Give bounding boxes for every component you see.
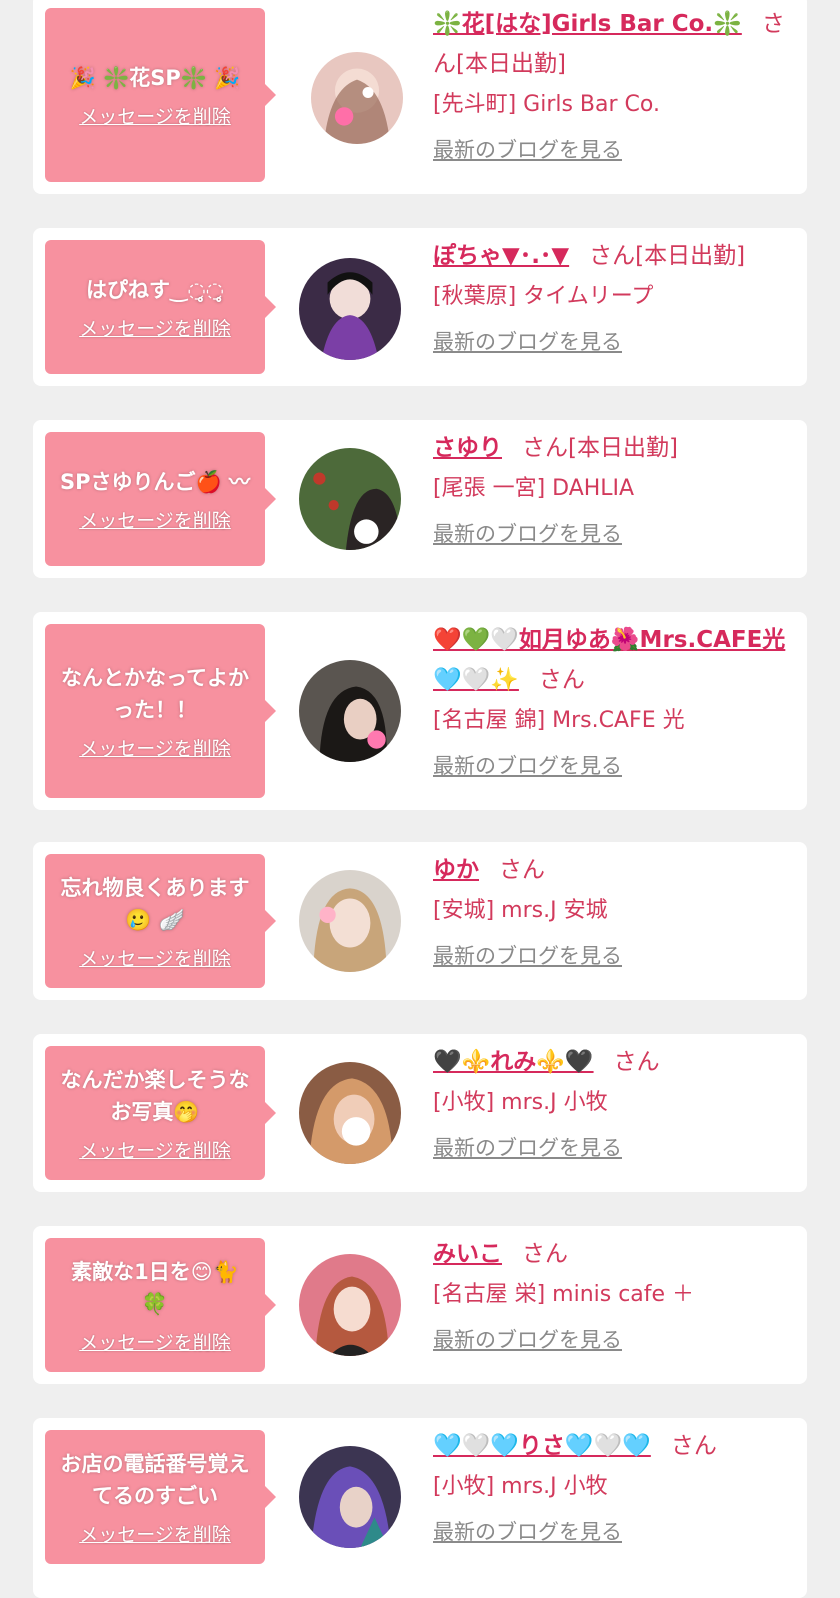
girl-suffix: さん (613, 1049, 660, 1075)
message-card: 素敵な1日を😊🐈 🍀 メッセージを削除 みいこ さん [名古屋 栄] minis … (33, 1226, 807, 1384)
latest-blog-link[interactable]: 最新のブログを見る (433, 326, 622, 358)
message-bubble: 素敵な1日を😊🐈 🍀 メッセージを削除 (45, 1238, 276, 1372)
shop-name: [名古屋 栄] minis cafe ＋ (433, 1282, 695, 1307)
avatar[interactable] (299, 660, 401, 762)
message-text: なんだか楽しそうなお写真🤭 (60, 1067, 250, 1124)
shop-name: [秋葉原] タイムリープ (433, 284, 654, 309)
message-text: お店の電話番号覚えてるのすごい (60, 1451, 250, 1508)
girl-info: ぽちゃ▼･.･▼ さん[本日出勤] [秋葉原] タイムリープ 最新のブログを見る (433, 236, 789, 358)
girl-info: みいこ さん [名古屋 栄] minis cafe ＋ 最新のブログを見る (433, 1234, 789, 1356)
girl-info: ゆか さん [安城] mrs.J 安城 最新のブログを見る (433, 850, 789, 972)
avatar[interactable] (299, 258, 401, 360)
message-bubble: お店の電話番号覚えてるのすごい メッセージを削除 (45, 1430, 276, 1564)
avatar[interactable] (299, 1254, 401, 1356)
girl-suffix: さん (538, 667, 585, 693)
latest-blog-link[interactable]: 最新のブログを見る (433, 518, 622, 550)
delete-message-link[interactable]: メッセージを削除 (79, 314, 231, 341)
shop-name: [小牧] mrs.J 小牧 (433, 1474, 608, 1499)
shop-name: [尾張 一宮] DAHLIA (433, 476, 635, 501)
girl-name-link[interactable]: 🩵🤍🩵りさ🩵🤍🩵 (433, 1433, 651, 1459)
delete-message-link[interactable]: メッセージを削除 (79, 1136, 231, 1163)
girl-name-link[interactable]: さゆり (433, 435, 502, 461)
message-card: 🎉 ❇️花SP❇️ 🎉 メッセージを削除 ❇️花[はな]Girls Bar Co… (33, 0, 807, 194)
latest-blog-link[interactable]: 最新のブログを見る (433, 1132, 622, 1164)
delete-message-link[interactable]: メッセージを削除 (79, 1520, 231, 1547)
girl-name-link[interactable]: ❇️花[はな]Girls Bar Co.❇️ (433, 11, 742, 37)
avatar[interactable] (311, 52, 403, 144)
message-card: お店の電話番号覚えてるのすごい メッセージを削除 🩵🤍🩵りさ🩵🤍🩵 さん [小牧]… (33, 1418, 807, 1598)
message-bubble: なんとかなってよかった！！ メッセージを削除 (45, 624, 276, 798)
avatar[interactable] (299, 448, 401, 550)
shop-name: [安城] mrs.J 安城 (433, 898, 608, 923)
message-bubble: 🎉 ❇️花SP❇️ 🎉 メッセージを削除 (45, 8, 276, 182)
delete-message-link[interactable]: メッセージを削除 (79, 944, 231, 971)
girl-suffix: さん (670, 1433, 717, 1459)
avatar[interactable] (299, 1062, 401, 1164)
delete-message-link[interactable]: メッセージを削除 (79, 1328, 231, 1355)
girl-suffix: さん (499, 857, 545, 883)
girl-name-link[interactable]: ゆか (433, 857, 479, 883)
girl-name-link[interactable]: みいこ (433, 1241, 502, 1267)
girl-name-link[interactable]: ぽちゃ▼･.･▼ (433, 243, 569, 269)
message-card: SPさゆりんご🍎 〰 メッセージを削除 さゆり さん[本日出勤] [尾張 一宮] … (33, 420, 807, 578)
latest-blog-link[interactable]: 最新のブログを見る (433, 750, 622, 782)
message-bubble: はぴねす‿◌̥̥◌̥̥ メッセージを削除 (45, 240, 276, 374)
girl-info: さゆり さん[本日出勤] [尾張 一宮] DAHLIA 最新のブログを見る (433, 428, 789, 550)
girl-info: ❇️花[はな]Girls Bar Co.❇️ さん[本日出勤] [先斗町] Gir… (433, 4, 789, 166)
girl-info: 🩵🤍🩵りさ🩵🤍🩵 さん [小牧] mrs.J 小牧 最新のブログを見る (433, 1426, 789, 1548)
delete-message-link[interactable]: メッセージを削除 (79, 506, 231, 533)
shop-name: [先斗町] Girls Bar Co. (433, 92, 660, 117)
girl-suffix: さん[本日出勤] (589, 243, 746, 269)
girl-name-link[interactable]: 🖤⚜️れみ⚜️🖤 (433, 1049, 594, 1075)
delete-message-link[interactable]: メッセージを削除 (79, 734, 231, 761)
latest-blog-link[interactable]: 最新のブログを見る (433, 134, 622, 166)
girl-suffix: さん (522, 1241, 568, 1267)
delete-message-link[interactable]: メッセージを削除 (79, 102, 231, 129)
message-bubble: 忘れ物良くあります🥲 🪽 メッセージを削除 (45, 854, 276, 988)
latest-blog-link[interactable]: 最新のブログを見る (433, 1516, 622, 1548)
message-card: なんだか楽しそうなお写真🤭 メッセージを削除 🖤⚜️れみ⚜️🖤 さん [小牧] m… (33, 1034, 807, 1192)
shop-name: [名古屋 錦] Mrs.CAFE 光 (433, 708, 685, 733)
girl-info: 🖤⚜️れみ⚜️🖤 さん [小牧] mrs.J 小牧 最新のブログを見る (433, 1042, 789, 1164)
message-bubble: SPさゆりんご🍎 〰 メッセージを削除 (45, 432, 276, 566)
avatar[interactable] (299, 870, 401, 972)
message-text: はぴねす‿◌̥̥◌̥̥ (85, 277, 225, 302)
message-text: 忘れ物良くあります🥲 🪽 (60, 875, 250, 932)
latest-blog-link[interactable]: 最新のブログを見る (433, 1324, 622, 1356)
message-bubble: なんだか楽しそうなお写真🤭 メッセージを削除 (45, 1046, 276, 1180)
girl-suffix: さん[本日出勤] (522, 435, 678, 461)
message-card: はぴねす‿◌̥̥◌̥̥ メッセージを削除 ぽちゃ▼･.･▼ さん[本日出勤] [秋… (33, 228, 807, 386)
message-text: なんとかなってよかった！！ (61, 665, 249, 722)
girl-name-link[interactable]: ❤️💚🤍如月ゆあ🌺Mrs.CAFE光🩵🤍✨ (433, 627, 785, 693)
shop-name: [小牧] mrs.J 小牧 (433, 1090, 608, 1115)
message-card: なんとかなってよかった！！ メッセージを削除 ❤️💚🤍如月ゆあ🌺Mrs.CAFE… (33, 612, 807, 810)
message-text: 素敵な1日を😊🐈 🍀 (71, 1259, 239, 1316)
avatar[interactable] (299, 1446, 401, 1548)
message-text: SPさゆりんご🍎 〰 (60, 469, 250, 494)
latest-blog-link[interactable]: 最新のブログを見る (433, 940, 622, 972)
girl-info: ❤️💚🤍如月ゆあ🌺Mrs.CAFE光🩵🤍✨ さん [名古屋 錦] Mrs.CAFE… (433, 620, 789, 782)
message-text: 🎉 ❇️花SP❇️ 🎉 (69, 65, 241, 90)
message-card: 忘れ物良くあります🥲 🪽 メッセージを削除 ゆか さん [安城] mrs.J 安城… (33, 842, 807, 1000)
